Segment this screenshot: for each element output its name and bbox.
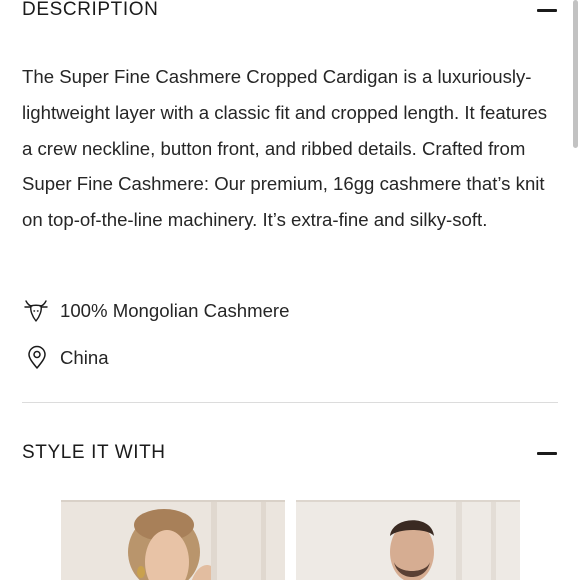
style-it-with-title: STYLE IT WITH: [22, 442, 166, 463]
woman-model-photo: [61, 500, 285, 580]
description-text: The Super Fine Cashmere Cropped Cardigan…: [22, 66, 548, 231]
product-card-woman[interactable]: [61, 500, 285, 580]
description-title: DESCRIPTION: [22, 0, 159, 20]
minus-icon: [537, 8, 557, 12]
collapse-style-button[interactable]: [536, 446, 558, 460]
scrollbar[interactable]: [573, 0, 578, 148]
section-divider: [22, 402, 558, 403]
origin-text: China: [60, 347, 109, 368]
material-attribute: 100% Mongolian Cashmere: [22, 298, 289, 324]
minus-icon: [537, 451, 557, 455]
man-model-photo: [296, 500, 520, 580]
product-details-page: DESCRIPTION The Super Fine Cashmere Crop…: [0, 0, 580, 580]
material-text: 100% Mongolian Cashmere: [60, 300, 290, 321]
style-it-with-header[interactable]: STYLE IT WITH: [22, 440, 558, 466]
location-pin-icon: [22, 345, 52, 371]
origin-attribute: China: [22, 345, 109, 371]
product-card-man[interactable]: [296, 500, 520, 580]
description-header[interactable]: DESCRIPTION: [22, 0, 558, 22]
collapse-description-button[interactable]: [536, 3, 558, 17]
goat-icon: [22, 298, 52, 324]
